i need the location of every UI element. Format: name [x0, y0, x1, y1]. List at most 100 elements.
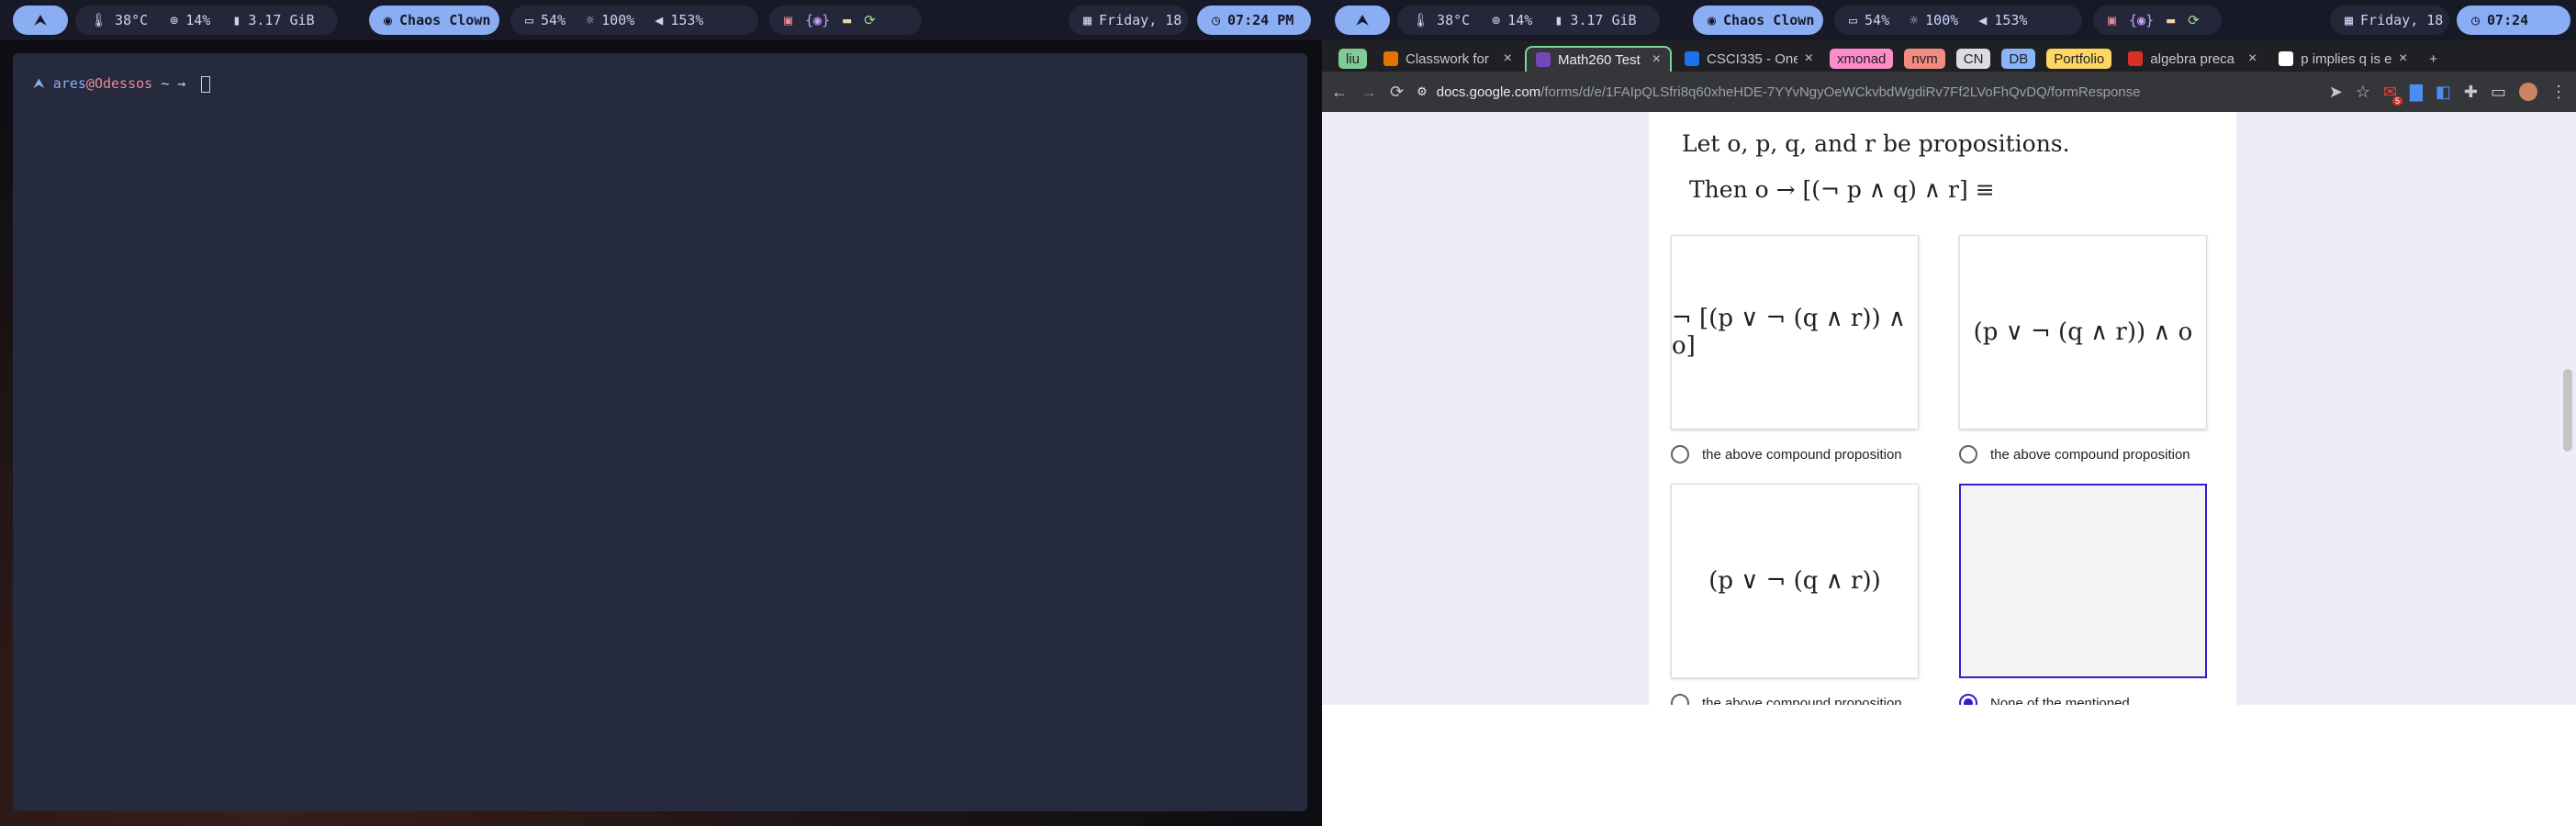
clock-widget-2: ◷ 07:24	[2457, 6, 2570, 35]
reload-icon[interactable]: ⟳	[1390, 83, 1404, 102]
tab-group-4[interactable]: xmonad	[1830, 49, 1894, 69]
option-1[interactable]: the above compound proposition	[1671, 445, 1902, 463]
terminal-app-icon[interactable]: ▣	[784, 12, 792, 28]
folder-app-icon[interactable]: ▬	[843, 12, 851, 28]
launcher-button[interactable]: ⮝	[13, 6, 68, 35]
cast-icon[interactable]: ▭	[2491, 83, 2506, 102]
terminal-app-icon[interactable]: ▣	[2108, 12, 2116, 28]
profile-avatar[interactable]	[2519, 83, 2537, 101]
battery-icon: ▭	[1849, 12, 1858, 28]
hardware-stats-2: ▭ 54% ☼ 100% ◀ 153%	[1834, 6, 2082, 35]
forward-icon[interactable]: →	[1361, 83, 1377, 102]
code-app-icon[interactable]: {◉}	[805, 12, 830, 28]
date-widget-2: ▦ Friday, 18	[2330, 6, 2449, 35]
code-app-icon[interactable]: {◉}	[2129, 12, 2154, 28]
prompt-path: ~ →	[161, 75, 186, 92]
prompt-user: ares	[52, 75, 86, 92]
back-icon[interactable]: ←	[1331, 83, 1348, 102]
option-2-image[interactable]: (p ∨ ¬ (q ∧ r)) ∧ o	[1959, 235, 2207, 430]
tab-title: p implies q is e	[2301, 50, 2391, 67]
tab-close-icon[interactable]: ×	[2248, 50, 2257, 67]
option-4[interactable]: None of the mentioned	[1959, 694, 2130, 705]
tab-favicon-icon	[2279, 51, 2294, 66]
menu-kebab-icon[interactable]: ⋮	[2550, 83, 2567, 102]
memory-icon: ▮	[1554, 12, 1563, 28]
cpu-icon: ⊚	[1492, 12, 1501, 28]
right-status-bar: ⮝ 🌡 38°C ⊚ 14% ▮ 3.17 GiB ◉ Chaos Clown ▭ 54%…	[1322, 0, 2576, 40]
tab-close-icon[interactable]: ×	[1652, 51, 1661, 68]
arch-logo-icon: ⮝	[34, 12, 47, 28]
tab-group-6[interactable]: CN	[1955, 49, 1991, 69]
brightness-icon: ☼	[1910, 12, 1919, 28]
date-widget: ▦ Friday, 18	[1069, 6, 1188, 35]
empty-region	[1322, 705, 2576, 826]
workspace-apps-2: ▣ {◉} ▬ ⟳	[2093, 6, 2222, 35]
option-4-image[interactable]	[1959, 484, 2207, 678]
folder-app-icon[interactable]: ▬	[2167, 12, 2175, 28]
wifi-icon: ◉	[384, 12, 393, 28]
cpu-icon: ⊚	[170, 12, 179, 28]
clock-widget: ◷ 07:24 PM	[1197, 6, 1311, 35]
prompt-at: @	[85, 75, 95, 92]
tab-favicon-icon	[1536, 52, 1551, 67]
prompt-host: Odessos	[94, 75, 153, 92]
calendar-icon: ▦	[2345, 12, 2354, 28]
browser-toolbar: ← → ⟳ ⚙ docs.google.com/forms/d/e/1FAIpQ…	[1322, 72, 2576, 112]
extensions-puzzle-icon[interactable]: ✚	[2464, 83, 2478, 102]
form-page: Let o, p, q, and r be propositions. Then…	[1322, 112, 2576, 705]
left-status-bar: ⮝ 🌡 38°C ⊚ 14% ▮ 3.17 GiB ◉ Chaos Clown ▭ 54%…	[0, 0, 1322, 40]
option-2-radio[interactable]	[1959, 445, 1977, 463]
hardware-stats: ▭ 54% ☼ 100% ◀ 153%	[510, 6, 758, 35]
extension-blue-icon[interactable]: ▇	[2410, 83, 2423, 102]
volume-icon: ◀	[1978, 12, 1988, 28]
option-3-radio[interactable]	[1671, 694, 1689, 705]
launcher-button-2[interactable]: ⮝	[1335, 6, 1390, 35]
terminal-window[interactable]: ⮝ ares@Odessos ~ →	[13, 53, 1307, 811]
tab-title: CSCI335 - One	[1707, 50, 1798, 67]
tab-close-icon[interactable]: ×	[1504, 50, 1512, 67]
page-scrollbar[interactable]	[2563, 369, 2572, 452]
browser-tab-9[interactable]: algebra preca ×	[2119, 46, 2266, 72]
sync-app-icon[interactable]: ⟳	[2188, 12, 2200, 28]
option-2[interactable]: the above compound proposition	[1959, 445, 2190, 463]
thermometer-icon: 🌡	[1412, 12, 1430, 28]
browser-tab-2[interactable]: Math260 Test ×	[1525, 46, 1673, 72]
tab-close-icon[interactable]: ×	[2399, 50, 2407, 67]
tab-favicon-icon	[2128, 51, 2144, 66]
address-bar[interactable]: ⚙ docs.google.com/forms/d/e/1FAIpQLSfri8…	[1417, 84, 2140, 100]
bookmark-star-icon[interactable]: ☆	[2356, 83, 2370, 102]
browser-tab-3[interactable]: CSCI335 - One ×	[1675, 46, 1822, 72]
tab-group-8[interactable]: Portfolio	[2046, 49, 2112, 69]
clock-icon: ◷	[2471, 12, 2481, 28]
sync-app-icon[interactable]: ⟳	[864, 12, 876, 28]
browser-tab-1[interactable]: Classwork for ×	[1374, 46, 1521, 72]
option-3-image[interactable]: (p ∨ ¬ (q ∧ r))	[1671, 484, 1919, 678]
option-1-radio[interactable]	[1671, 445, 1689, 463]
workspace-apps: ▣ {◉} ▬ ⟳	[769, 6, 922, 35]
option-4-radio[interactable]	[1959, 694, 1977, 705]
tab-favicon-icon	[1383, 51, 1399, 66]
calendar-icon: ▦	[1083, 12, 1092, 28]
terminal-cursor	[201, 75, 211, 93]
tab-close-icon[interactable]: ×	[1805, 50, 1813, 67]
option-1-image[interactable]: ¬ [(p ∨ ¬ (q ∧ r)) ∧ o]	[1671, 235, 1919, 430]
extension-translate-icon[interactable]: ◧	[2436, 83, 2451, 102]
wifi-status-2[interactable]: ◉ Chaos Clown	[1693, 6, 1823, 35]
url-path: /forms/d/e/1FAIpQLSfri8q60xheHDE-7YYvNgy…	[1540, 84, 2141, 100]
send-icon[interactable]: ➤	[2329, 83, 2343, 102]
tab-group-0[interactable]: liu	[1338, 49, 1368, 69]
site-info-icon[interactable]: ⚙	[1417, 84, 1428, 99]
prompt-arch-icon: ⮝	[33, 75, 45, 92]
tab-strip: liu Classwork for × Math260 Test × CSCI335 - …	[1322, 40, 2576, 72]
wifi-status[interactable]: ◉ Chaos Clown	[369, 6, 499, 35]
gmail-extension-icon[interactable]: ✉ 5	[2383, 83, 2403, 106]
browser-tab-10[interactable]: p implies q is e ×	[2269, 46, 2416, 72]
tab-group-7[interactable]: DB	[2001, 49, 2036, 69]
url-host: docs.google.com	[1436, 84, 1541, 100]
option-3[interactable]: the above compound proposition	[1671, 694, 1902, 705]
extension-badge: 5	[2392, 95, 2403, 106]
new-tab-icon[interactable]: +	[2420, 46, 2447, 72]
arch-logo-icon: ⮝	[1356, 12, 1369, 28]
tab-group-5[interactable]: nvm	[1904, 49, 1945, 69]
tab-favicon-icon	[1685, 51, 1700, 66]
